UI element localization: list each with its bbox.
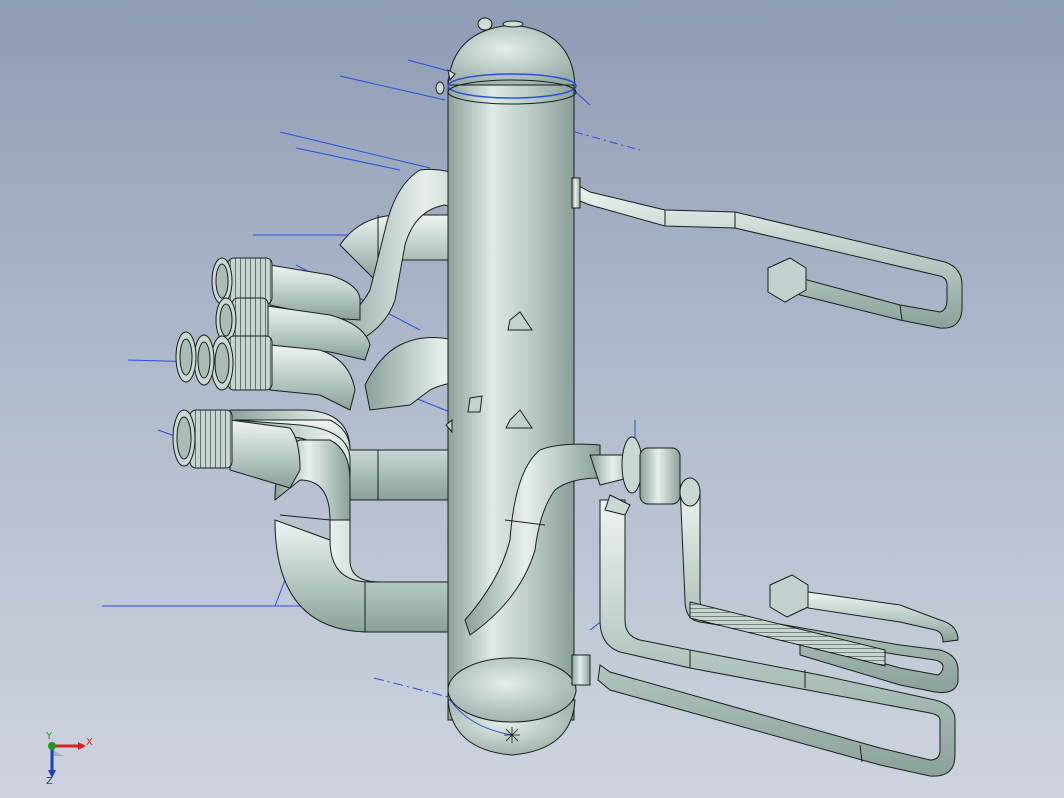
main-vessel[interactable] <box>435 17 577 756</box>
drain-star-icon <box>504 727 520 743</box>
y-axis-label: Y <box>45 731 53 742</box>
x-axis-label: X <box>86 737 93 748</box>
3d-viewport[interactable]: X Y Z <box>0 0 1064 798</box>
orientation-triad: X Y Z <box>45 731 93 785</box>
model-scene[interactable] <box>0 0 1064 798</box>
right-pipe-network[interactable] <box>571 177 963 777</box>
y-axis-icon <box>48 742 56 750</box>
z-axis-label: Z <box>46 776 53 785</box>
